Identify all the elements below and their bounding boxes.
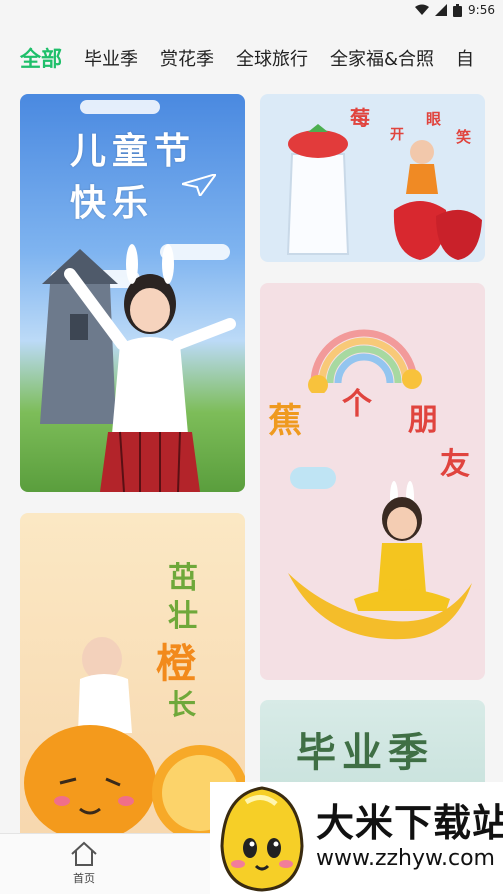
app-screen: 9:56 全部 毕业季 赏花季 全球旅行 全家福&合照 自 儿童节 快乐 莓 开…	[0, 0, 503, 894]
status-bar: 9:56	[0, 0, 503, 22]
nav-home-label: 首页	[73, 872, 95, 885]
tab-more[interactable]: 自	[456, 45, 474, 71]
battery-icon	[453, 3, 463, 17]
tab-flowers[interactable]: 赏花季	[160, 45, 214, 71]
watermark-url: www.zzhyw.com	[316, 846, 495, 871]
signal-icon	[435, 4, 448, 16]
tab-all[interactable]: 全部	[20, 43, 62, 73]
template-card-strawberry[interactable]: 莓 开 眼 笑	[260, 94, 485, 262]
status-time: 9:56	[468, 3, 495, 17]
template-card-banana[interactable]: 蕉 个 朋 友	[260, 283, 485, 680]
nav-home[interactable]: 首页	[62, 840, 106, 886]
home-icon	[71, 841, 97, 866]
girl-photo	[64, 244, 236, 492]
tab-graduation[interactable]: 毕业季	[84, 45, 138, 71]
watermark-name: 大米下载站	[316, 801, 503, 845]
rice-mascot-logo	[220, 786, 304, 892]
watermark-overlay: 大米下载站 www.zzhyw.com	[210, 782, 503, 894]
banana-girl-illustration	[288, 481, 472, 640]
milk-bottle-illustration	[286, 124, 350, 255]
strawberry-boy-illustration	[393, 140, 482, 260]
paper-plane-icon	[182, 174, 216, 196]
category-tabs: 全部 毕业季 赏花季 全球旅行 全家福&合照 自	[0, 36, 503, 80]
template-card-childrens-day[interactable]: 儿童节 快乐	[20, 94, 245, 492]
tab-travel[interactable]: 全球旅行	[236, 45, 308, 71]
wifi-icon	[415, 4, 430, 15]
card-title: 儿童节 快乐	[70, 131, 197, 224]
cloud-shape	[80, 100, 160, 114]
status-icons: 9:56	[415, 3, 495, 17]
tab-family[interactable]: 全家福&合照	[330, 45, 434, 71]
